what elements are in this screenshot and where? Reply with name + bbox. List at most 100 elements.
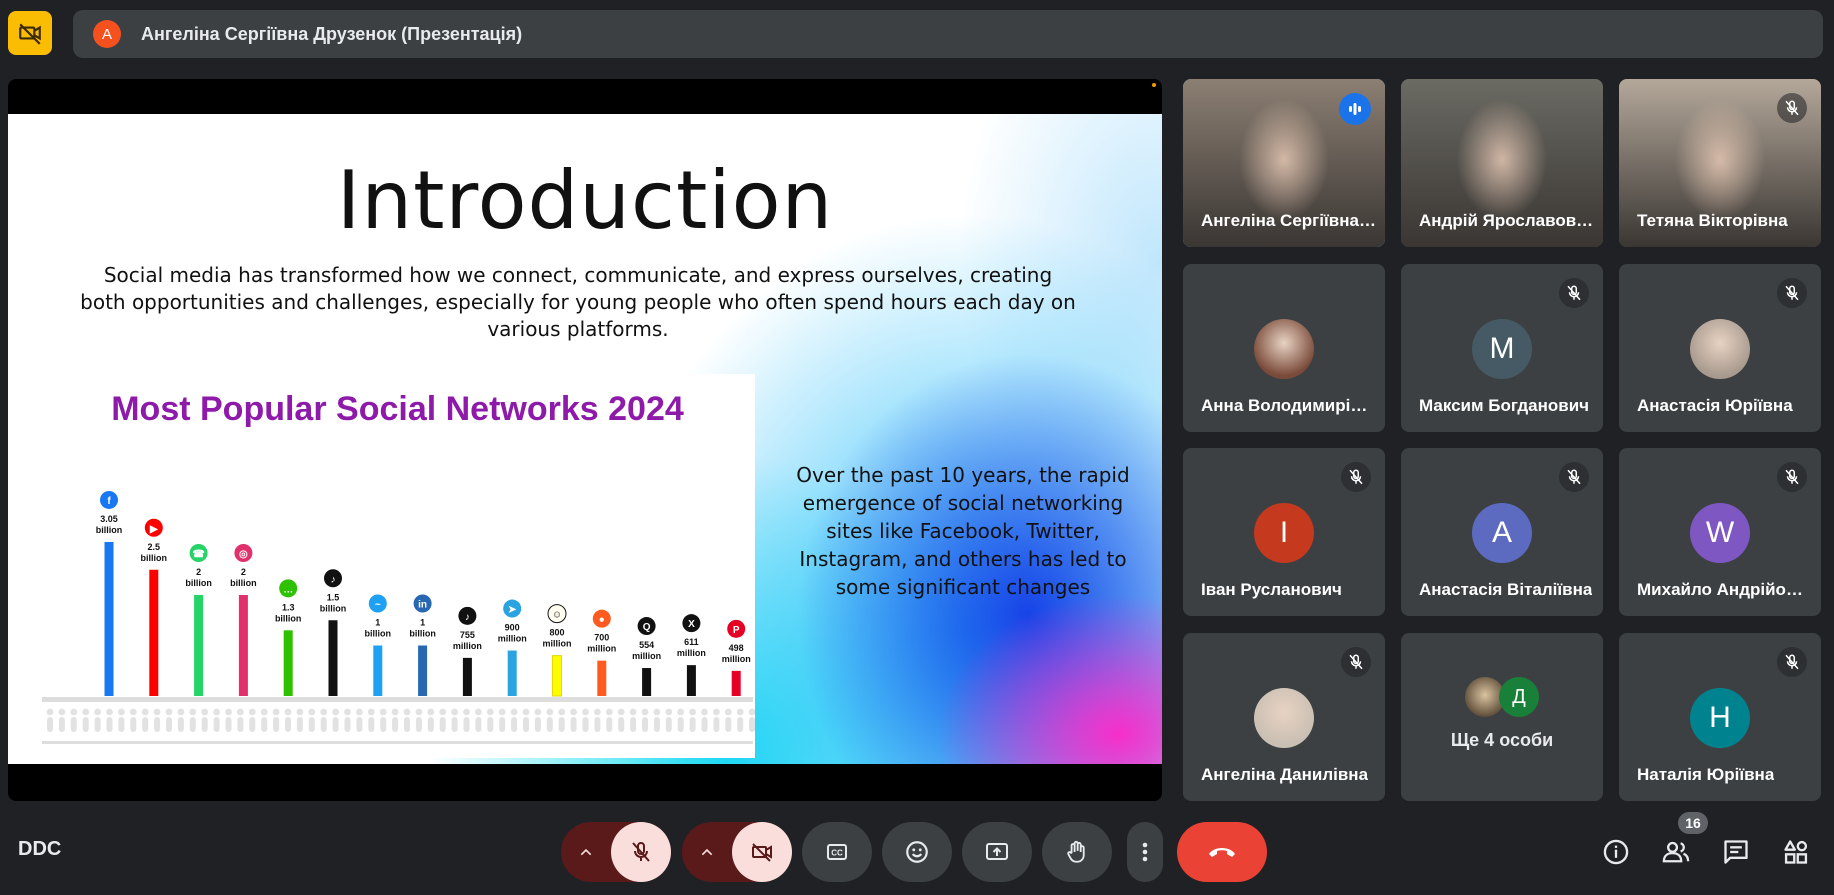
participant-tile[interactable]: W Михайло Андрійович [1619,448,1821,616]
data-label-unit: million [498,634,527,644]
participant-name: Андрій Ярославович [1419,211,1594,230]
people-button[interactable] [1658,834,1694,870]
more-options-button[interactable] [1127,822,1163,882]
decor-person-body [701,717,708,732]
mic-control [561,822,671,882]
participant-tile[interactable]: M Максим Богданович [1401,264,1603,432]
captions-button[interactable]: CC [802,822,872,882]
muted-indicator [1559,462,1589,492]
decor-person-head [689,708,696,716]
data-label-value: 498 [729,643,744,653]
participant-name: Михайло Андрійович [1637,580,1812,599]
participant-tile[interactable]: H Наталія Юріївна [1619,633,1821,801]
platform-logo-glyph: P [733,625,740,636]
decor-person-head [546,708,554,716]
leave-call-button[interactable] [1177,822,1267,882]
decor-person-body [58,717,65,732]
data-label-value: 3.05 [100,514,118,524]
decor-person-body [356,717,363,732]
decor-person-body [677,717,684,732]
decor-person-head [237,708,244,716]
decor-person-head [296,708,304,716]
recording-dot [1152,83,1156,87]
participant-tile[interactable]: Анна Володимирівна [1183,264,1385,432]
data-label-value: 755 [460,630,475,640]
data-label-value: 2.5 [148,542,161,552]
bar-linkedin [418,645,428,696]
mic-off-icon [1785,469,1799,485]
decor-person-body [273,717,280,732]
meeting-code[interactable]: DDC [18,838,61,861]
presentation-title-pill[interactable]: А Ангеліна Сергіївна Друзенок (Презентац… [73,10,1823,58]
participant-tile[interactable]: Ангеліна Сергіївна Друзенок [1183,79,1385,247]
camera-toggle-button[interactable] [732,822,792,882]
microphone-toggle-button[interactable] [611,822,671,882]
participant-avatar-initial: W [1690,503,1750,563]
decor-person-head [677,708,685,716]
mic-off-icon [1349,654,1363,670]
video-options-button[interactable] [682,822,732,882]
decor-person-head [665,708,673,716]
participant-tile[interactable]: Анастасія Юріївна [1619,264,1821,432]
bar-messenger [373,645,383,696]
emoji-icon [906,841,928,863]
decor-person-body [296,717,303,732]
decor-person-body [118,717,125,732]
decor-person-body [558,717,565,732]
decor-person-body [94,717,101,732]
decor-person-body [70,717,77,732]
decor-person-head [94,708,101,716]
platform-logo-glyph: ▶ [149,524,159,535]
participant-tile[interactable]: Тетяна Вікторівна [1619,79,1821,247]
caret-up-icon [701,848,713,856]
muted-indicator [1341,647,1371,677]
bar-facebook [104,541,114,696]
decor-person-body [213,717,220,732]
participant-name: Максим Богданович [1419,396,1590,415]
participant-tile[interactable]: Андрій Ярославович [1401,79,1603,247]
decor-person-head [225,708,232,716]
data-label-unit: billion [230,578,257,588]
participant-tile[interactable]: I Іван Русланович [1183,448,1385,616]
chat-button[interactable] [1718,834,1754,870]
participant-tile[interactable]: Ангеліна Данилівна [1183,633,1385,801]
people-count-badge: 16 [1678,812,1708,834]
reactions-button[interactable] [882,822,952,882]
chart-floor-line [42,741,753,744]
decor-person-head [475,708,482,716]
decor-person-head [177,708,185,716]
participant-tile[interactable]: A Анастасія Віталіївна [1401,448,1603,616]
present-now-button[interactable] [962,822,1032,882]
platform-logo-glyph: ☺ [552,610,562,621]
camera-off-indicator-button[interactable] [8,11,52,55]
more-vert-icon [1142,842,1148,862]
audio-options-button[interactable] [561,822,611,882]
decor-person-body [725,717,732,732]
camera-control [682,822,792,882]
chart-card: Most Popular Social Networks 2024 3.05 bi… [40,374,755,758]
top-bar: А Ангеліна Сергіївна Друзенок (Презентац… [0,0,1834,66]
raise-hand-button[interactable] [1042,822,1112,882]
decor-person-head [558,708,566,716]
decor-person-head [510,708,518,716]
activities-button[interactable] [1778,834,1814,870]
decor-person-head [189,708,197,716]
decor-person-body [594,717,601,732]
participant-avatar-photo [1690,319,1750,379]
decor-person-body [177,717,184,732]
decor-person-body [308,717,315,732]
participant-tile[interactable]: Д Ще 4 особи [1401,633,1603,801]
participant-name: Анастасія Юріївна [1637,396,1793,415]
caret-up-icon [580,848,592,856]
data-label-value: 900 [505,623,520,633]
meeting-details-button[interactable] [1598,834,1634,870]
decor-person-body [261,717,268,732]
decor-person-head [284,708,292,716]
decor-person-body [749,717,755,732]
participant-name: Ангеліна Данилівна [1201,765,1369,784]
decor-person-head [570,708,577,716]
more-participants-avatar-initial: Д [1499,677,1539,717]
decor-person-head [106,708,113,716]
participant-avatar-photo [1254,319,1314,379]
platform-logo-glyph: ● [599,615,605,626]
